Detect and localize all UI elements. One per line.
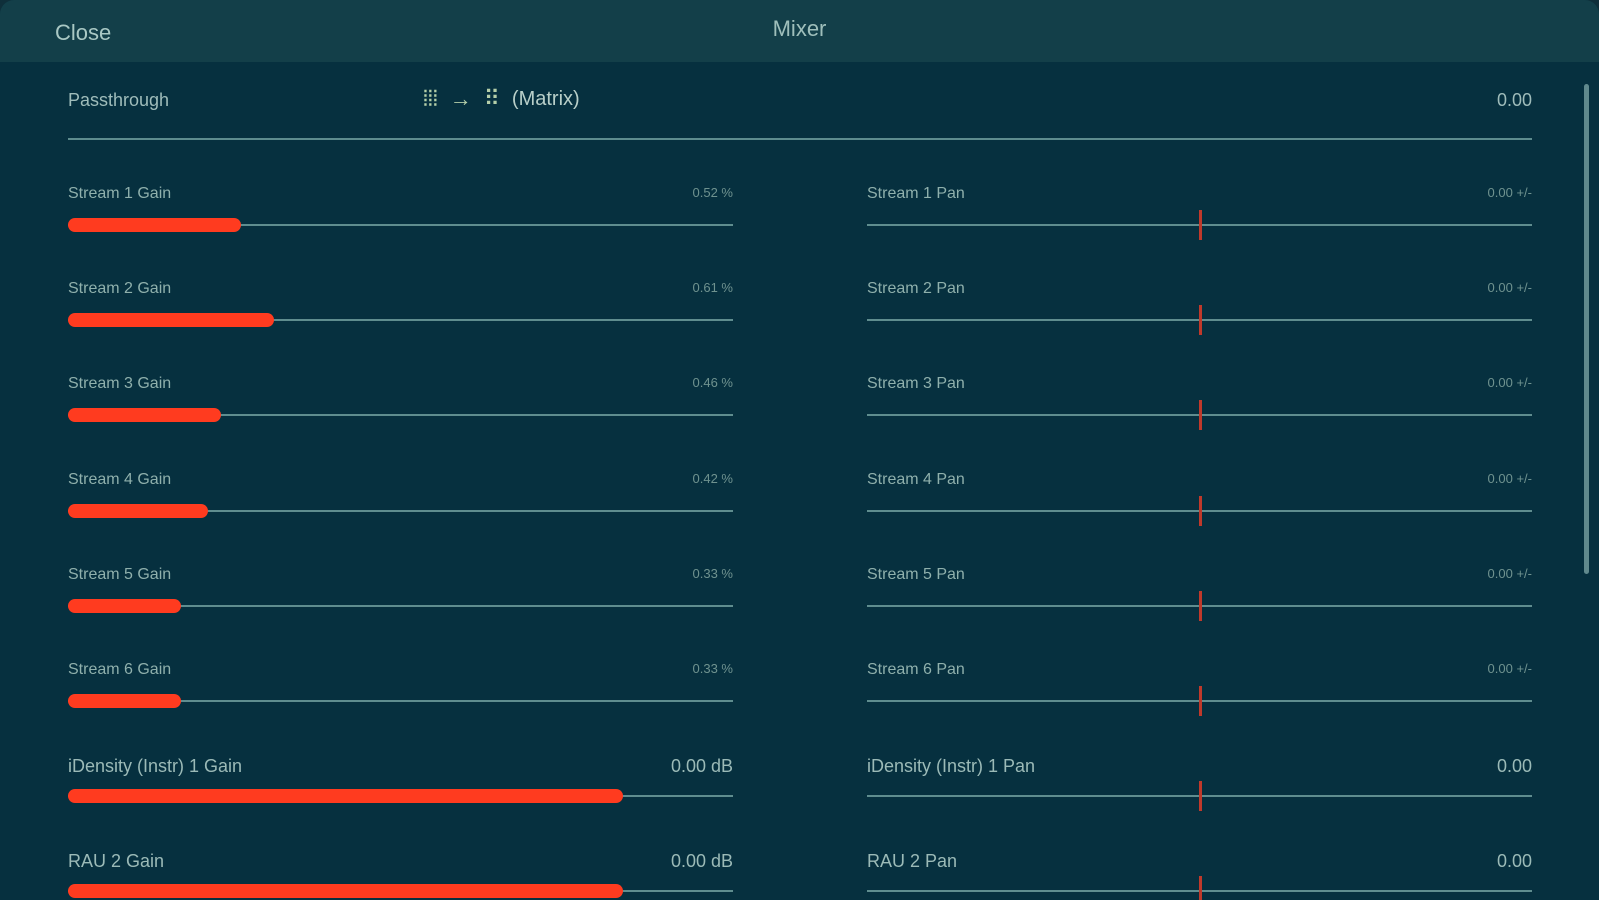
arrow-right-icon: →	[449, 86, 472, 111]
gain-value: 0.52 %	[692, 185, 733, 200]
pan-slider-row[interactable]: Stream 1 Pan 0.00 +/-	[867, 185, 1532, 245]
divider	[68, 138, 1532, 140]
matrix-label: (Matrix)	[511, 87, 580, 110]
gain-slider-row[interactable]: iDensity (Instr) 1 Gain 0.00 dB	[68, 756, 733, 816]
gain-slider-row[interactable]: Stream 2 Gain 0.61 %	[68, 280, 733, 340]
passthrough-value: 0.00	[1496, 90, 1532, 110]
passthrough-label: Passthrough	[68, 90, 170, 110]
pan-slider-row[interactable]: Stream 4 Pan 0.00 +/-	[867, 471, 1532, 531]
gain-slider-row[interactable]: Stream 5 Gain 0.33 %	[68, 566, 733, 626]
gain-value: 0.42 %	[692, 470, 733, 486]
gain-slider-fill[interactable]	[68, 313, 274, 328]
pan-value: 0.00	[1496, 756, 1532, 777]
gain-label: Stream 1 Gain	[68, 185, 172, 202]
pan-slider-row[interactable]: Stream 3 Pan 0.00 +/-	[867, 375, 1532, 435]
scrollbar[interactable]	[1584, 84, 1589, 574]
gain-slider-fill[interactable]	[68, 218, 241, 232]
pan-slider-handle[interactable]	[1199, 590, 1202, 621]
pan-value: 0.00 +/-	[1487, 185, 1532, 200]
matrix-selector[interactable]: ⦙⦙⦙ → ⠿ (Matrix)	[423, 86, 580, 112]
window-title: Mixer	[772, 16, 827, 41]
pan-value: 0.00 +/-	[1487, 375, 1532, 391]
pan-slider-handle[interactable]	[1199, 305, 1202, 336]
channels-icon: ⦙⦙⦙	[423, 86, 438, 111]
gain-slider-fill[interactable]	[68, 598, 181, 613]
pan-slider-handle[interactable]	[1199, 495, 1202, 526]
gain-value: 0.00 dB	[670, 756, 733, 777]
pan-slider-row[interactable]: RAU 2 Pan 0.00	[867, 851, 1532, 900]
gain-slider-row[interactable]: Stream 6 Gain 0.33 %	[68, 661, 733, 721]
gain-value: 0.33 %	[692, 661, 733, 676]
pan-label: Stream 3 Pan	[867, 375, 965, 393]
gain-slider-fill[interactable]	[68, 503, 208, 518]
gain-value: 0.00 dB	[670, 851, 733, 872]
pan-label: Stream 2 Pan	[867, 280, 965, 298]
gain-slider-fill[interactable]	[68, 694, 181, 708]
pan-label: RAU 2 Pan	[867, 851, 958, 872]
gain-slider-row[interactable]: Stream 3 Gain 0.46 %	[68, 375, 733, 435]
pan-slider-row[interactable]: Stream 6 Pan 0.00 +/-	[867, 661, 1532, 721]
pan-slider-handle[interactable]	[1199, 876, 1202, 900]
pan-slider-handle[interactable]	[1199, 781, 1202, 812]
pan-slider-handle[interactable]	[1199, 210, 1202, 240]
gain-slider-fill[interactable]	[68, 408, 221, 423]
gain-slider-row[interactable]: Stream 1 Gain 0.52 %	[68, 185, 733, 245]
gain-label: Stream 5 Gain	[68, 565, 172, 583]
matrix-icon: ⠿	[483, 86, 500, 111]
passthrough-row[interactable]: Passthrough ⦙⦙⦙ → ⠿ (Matrix) 0.00	[68, 86, 1532, 116]
gain-value: 0.61 %	[692, 280, 733, 296]
pan-label: Stream 1 Pan	[867, 185, 965, 202]
pan-value: 0.00 +/-	[1487, 565, 1532, 581]
pan-value: 0.00 +/-	[1487, 280, 1532, 296]
pan-slider-row[interactable]: iDensity (Instr) 1 Pan 0.00	[867, 756, 1532, 816]
pan-label: iDensity (Instr) 1 Pan	[867, 756, 1036, 777]
pan-slider-row[interactable]: Stream 5 Pan 0.00 +/-	[867, 566, 1532, 626]
pan-slider-handle[interactable]	[1199, 400, 1202, 431]
gain-label: Stream 3 Gain	[68, 375, 172, 393]
pan-value: 0.00 +/-	[1487, 470, 1532, 486]
gain-value: 0.33 %	[692, 565, 733, 581]
pan-value: 0.00	[1496, 851, 1532, 872]
mixer-window: Close Mixer Passthrough ⦙⦙⦙ → ⠿ (Matrix)…	[0, 0, 1599, 900]
pan-label: Stream 4 Pan	[867, 470, 965, 488]
pan-value: 0.00 +/-	[1487, 661, 1532, 676]
gain-slider-fill[interactable]	[68, 789, 623, 804]
gain-slider-fill[interactable]	[68, 884, 623, 899]
pan-label: Stream 6 Pan	[867, 661, 965, 678]
gain-label: Stream 4 Gain	[68, 470, 172, 488]
gain-value: 0.46 %	[692, 375, 733, 391]
pan-label: Stream 5 Pan	[867, 565, 965, 583]
title-bar: Close Mixer	[0, 0, 1599, 62]
pan-slider-handle[interactable]	[1199, 686, 1202, 716]
gain-label: RAU 2 Gain	[68, 851, 165, 872]
pan-slider-row[interactable]: Stream 2 Pan 0.00 +/-	[867, 280, 1532, 340]
gain-label: iDensity (Instr) 1 Gain	[68, 756, 243, 777]
gain-slider-row[interactable]: Stream 4 Gain 0.42 %	[68, 471, 733, 531]
gain-slider-row[interactable]: RAU 2 Gain 0.00 dB	[68, 851, 733, 900]
gain-label: Stream 6 Gain	[68, 661, 172, 678]
gain-label: Stream 2 Gain	[68, 280, 172, 298]
